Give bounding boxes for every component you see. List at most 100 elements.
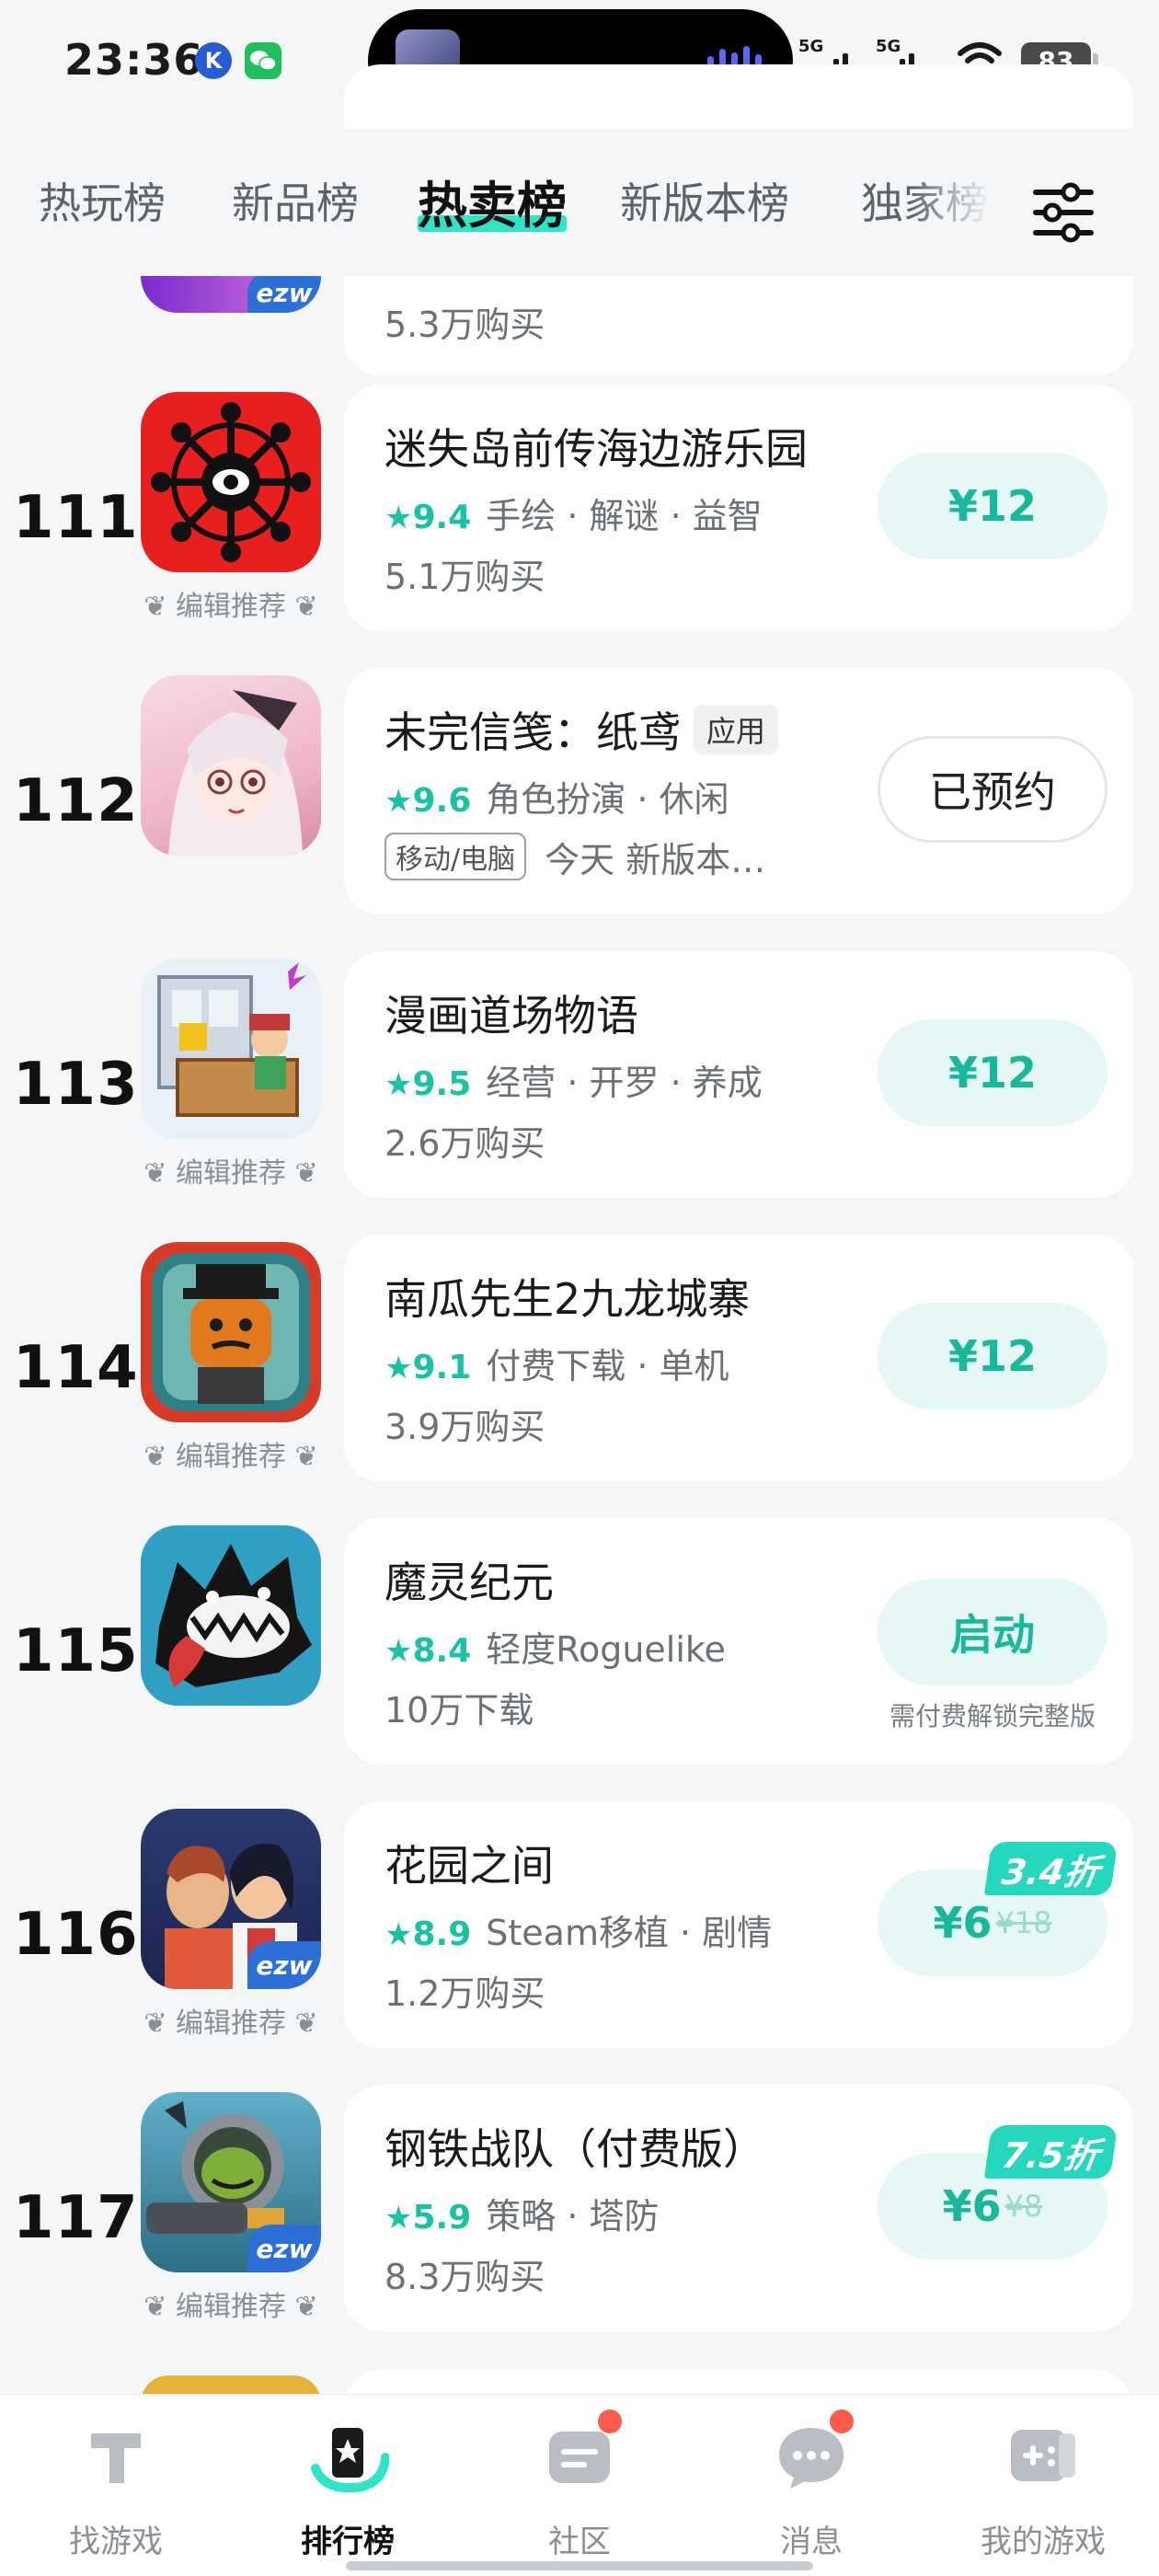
buy-button[interactable]: ¥12: [878, 1303, 1107, 1409]
tab-hot-play[interactable]: 热玩榜: [39, 170, 166, 231]
ranking-icon: [311, 2428, 390, 2492]
app-icon-lost-island[interactable]: [141, 392, 321, 572]
nav-find-game[interactable]: 找游戏: [24, 2413, 208, 2561]
game-meta: ★5.9 策略 · 塔防: [384, 2188, 660, 2238]
price-current: ¥6: [942, 2181, 1002, 2231]
rank-number: 115: [13, 1617, 139, 1685]
app-icon-garden-between[interactable]: ezw: [141, 1809, 321, 1989]
game-tags: 角色扮演 · 休闲: [486, 779, 729, 820]
list-item-116[interactable]: 116 ezw ❦ 编辑推荐 ❦ 花园之间 ★8.9 Steam移植 · 剧情 1…: [0, 1801, 1159, 2055]
game-title: 未完信笺：纸鸢: [384, 707, 681, 757]
notification-dot: [830, 2409, 854, 2433]
rating-score: 8.9: [412, 1915, 472, 1953]
tab-new-version[interactable]: 新版本榜: [620, 170, 789, 231]
rank-number: 112: [13, 767, 139, 835]
game-meta: ★9.1 付费下载 · 单机: [384, 1338, 729, 1388]
my-games-icon: [1011, 2430, 1075, 2481]
list-item-113[interactable]: 113 ❦ 编辑推荐 ❦ 漫画道场物语 ★9.5 经营 · 开罗 · 养成 2.6…: [0, 951, 1159, 1205]
ezw-badge: ezw: [247, 272, 321, 313]
tab-new-games[interactable]: 新品榜: [232, 170, 359, 231]
reserved-button[interactable]: 已预约: [878, 736, 1107, 843]
list-card[interactable]: 未完信笺：纸鸢 应用 ★9.6 角色扮演 · 休闲 移动/电脑 今天 新版本… 已预约: [344, 668, 1133, 914]
game-meta: ★9.6 角色扮演 · 休闲: [384, 771, 729, 822]
list-card[interactable]: 南瓜先生2九龙城寨 ★9.1 付费下载 · 单机 3.9万购买 ¥12: [344, 1235, 1133, 1481]
game-title: 迷失岛前传海边游乐园: [384, 424, 808, 474]
rank-number: 117: [13, 2184, 139, 2252]
buy-button[interactable]: ¥12: [878, 453, 1107, 559]
list-card[interactable]: 漫画道场物语 ★9.5 经营 · 开罗 · 养成 2.6万购买 ¥12: [344, 951, 1133, 1198]
app-icon-mr-pumpkin[interactable]: [141, 1242, 321, 1422]
update-info: 移动/电脑 今天 新版本…: [384, 832, 765, 882]
rank-number: 113: [13, 1051, 139, 1119]
game-tags: 付费下载 · 单机: [486, 1346, 729, 1386]
editor-text: 编辑推荐: [176, 2007, 286, 2040]
game-tags: 经营 · 开罗 · 养成: [486, 1063, 763, 1103]
app-tag: 应用: [694, 705, 779, 754]
nav-messages[interactable]: 消息: [719, 2409, 903, 2561]
download-count: 10万下载: [384, 1690, 534, 1731]
nav-label: 社区: [548, 2524, 611, 2560]
rating-score: 9.6: [412, 782, 472, 820]
game-tags: 轻度Roguelike: [486, 1629, 726, 1670]
editor-recommend-label: ❦ 编辑推荐 ❦: [143, 1157, 318, 1190]
nav-my-games[interactable]: 我的游戏: [951, 2413, 1135, 2561]
list-card[interactable]: 魔灵纪元 ★8.4 轻度Roguelike 10万下载 启动 需付费解锁完整版: [344, 1518, 1133, 1765]
editor-text: 编辑推荐: [176, 2291, 286, 2323]
nav-community[interactable]: 社区: [488, 2409, 671, 2561]
rank-number: 111: [13, 484, 139, 552]
game-meta: ★8.4 轻度Roguelike: [384, 1621, 726, 1672]
launch-button[interactable]: 启动: [878, 1579, 1107, 1685]
game-title: 花园之间: [384, 1841, 554, 1891]
tab-best-selling-label: 热卖榜: [418, 177, 567, 235]
price-current: ¥6: [933, 1898, 993, 1948]
app-icon-steel-squad[interactable]: ezw: [141, 2092, 321, 2272]
tab-best-selling[interactable]: 热卖榜: [418, 165, 567, 237]
list-item-112[interactable]: 112 未完信笺：纸鸢 应用 ★9.6 角色扮演 · 休闲 移动/电脑 今天 新版本……: [0, 668, 1159, 922]
discount-badge: 7.5折: [983, 2125, 1119, 2179]
list-item-sub: 5.3万购买: [384, 305, 545, 345]
list-item-117[interactable]: 117 ezw ❦ 编辑推荐 ❦ 钢铁战队（付费版） ★5.9 策略 · 塔防 8…: [0, 2085, 1159, 2339]
price-original: ¥18: [995, 1905, 1052, 1940]
editor-recommend-label: ❦ 编辑推荐 ❦: [143, 591, 318, 623]
star-icon: ★: [384, 1066, 413, 1103]
rank-number: 114: [13, 1334, 139, 1402]
rank-number: 116: [13, 1901, 139, 1969]
rating-score: 5.9: [412, 2199, 472, 2237]
nav-label: 排行榜: [301, 2524, 395, 2560]
star-icon: ★: [384, 1350, 413, 1386]
purchase-count: 2.6万购买: [384, 1123, 545, 1164]
game-title-line: 未完信笺：纸鸢 应用: [384, 699, 779, 760]
game-tags: Steam移植 · 剧情: [486, 1913, 773, 1953]
home-indicator[interactable]: [346, 2561, 813, 2570]
nav-ranking[interactable]: 排行榜: [256, 2413, 440, 2561]
discount-badge: 3.4折: [983, 1842, 1119, 1895]
star-icon: ★: [384, 1633, 413, 1670]
list-card[interactable]: 迷失岛前传海边游乐园 ★9.4 手绘 · 解谜 · 益智 5.1万购买 ¥12: [344, 385, 1133, 631]
buy-button[interactable]: ¥12: [878, 1019, 1107, 1126]
price-original: ¥8: [1004, 2189, 1043, 2224]
game-title: 南瓜先生2九龙城寨: [384, 1274, 751, 1324]
app-icon-mo-ling[interactable]: [141, 1525, 321, 1706]
purchase-count: 3.9万购买: [384, 1407, 545, 1447]
star-icon: ★: [384, 1916, 413, 1953]
rating-score: 8.4: [412, 1632, 472, 1670]
rating-score: 9.5: [412, 1065, 472, 1103]
game-title: 钢铁战队（付费版）: [384, 2124, 765, 2174]
list-item-114[interactable]: 114 ❦ 编辑推荐 ❦ 南瓜先生2九龙城寨 ★9.1 付费下载 · 单机 3.9…: [0, 1235, 1159, 1489]
game-meta: ★8.9 Steam移植 · 剧情: [384, 1904, 772, 1955]
game-title: 漫画道场物语: [384, 991, 638, 1041]
rating-score: 9.4: [412, 499, 472, 536]
app-icon-manga-dojo[interactable]: [141, 959, 321, 1139]
tab-fade-overlay: [911, 152, 1012, 262]
editor-recommend-label: ❦ 编辑推荐 ❦: [143, 2007, 318, 2040]
notification-dot: [598, 2409, 622, 2433]
purchase-count: 8.3万购买: [384, 2257, 545, 2297]
list-card[interactable]: 花园之间 ★8.9 Steam移植 · 剧情 1.2万购买 ¥6 ¥18 3.4折: [344, 1801, 1133, 2048]
platform-badge: 移动/电脑: [384, 833, 527, 880]
list-card[interactable]: 钢铁战队（付费版） ★5.9 策略 · 塔防 8.3万购买 ¥6 ¥8 7.5折: [344, 2085, 1133, 2331]
list-item-111[interactable]: 111 ❦ 编辑推荐 ❦ 迷失岛前传海边游乐园 ★9.4 手绘 · 解谜 · 益智…: [0, 385, 1159, 638]
list-item-115[interactable]: 115 魔灵纪元 ★8.4 轻度Roguelike 10万下载 启动 需付费解锁完…: [0, 1518, 1159, 1772]
app-icon-paper-kite[interactable]: [141, 675, 321, 856]
filter-settings-icon[interactable]: [1030, 179, 1096, 246]
editor-recommend-label: ❦ 编辑推荐 ❦: [143, 2291, 318, 2323]
